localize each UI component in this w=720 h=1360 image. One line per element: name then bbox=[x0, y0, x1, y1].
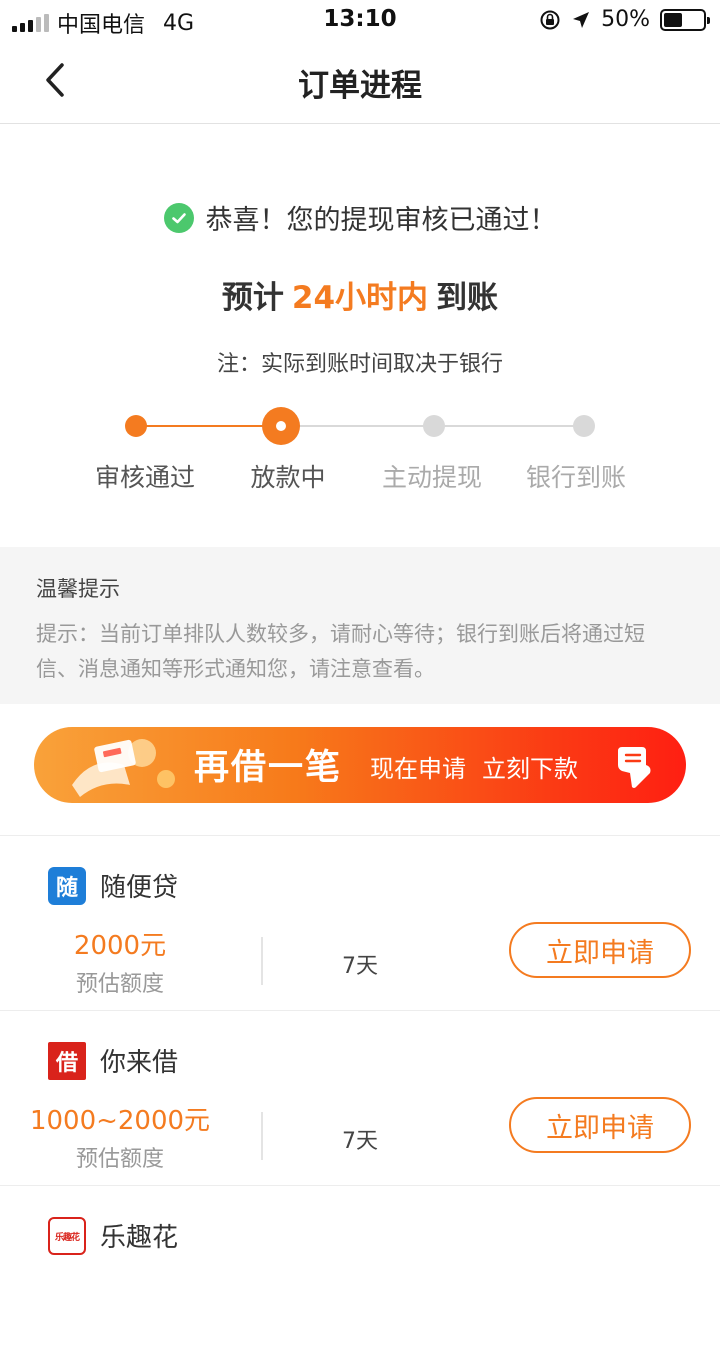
product-amount-label: 预估额度 bbox=[75, 972, 164, 997]
apply-button[interactable]: 立即申请 bbox=[509, 1097, 691, 1153]
step-dot-4 bbox=[573, 415, 595, 437]
product-amount-label: 预估额度 bbox=[75, 1147, 164, 1172]
bill-card-icon bbox=[72, 739, 175, 797]
product-separator bbox=[261, 937, 263, 985]
product-amount: 1000~2000元 bbox=[29, 1106, 211, 1136]
banner-sub-text: 现在申请 立刻下款 bbox=[370, 749, 578, 784]
arrival-note: 注：实际到账时间取决于银行 bbox=[216, 352, 503, 377]
progress-stepper: 审核通过 放款中 主动提现 银行到账 bbox=[0, 400, 720, 500]
status-right: 50% bbox=[539, 7, 710, 32]
location-arrow-icon bbox=[573, 11, 590, 28]
product-separator bbox=[261, 1112, 263, 1160]
product-logo: 乐趣花 bbox=[48, 1217, 86, 1255]
product-logo: 借 bbox=[48, 1042, 86, 1080]
eta-suffix: 到账 bbox=[436, 280, 499, 316]
success-text: 恭喜！您的提现审核已通过！ bbox=[205, 205, 557, 236]
step-label-1: 审核通过 bbox=[94, 463, 195, 492]
tips-body: 提示：当前订单排队人数较多，请耐心等待；银行到账后将通过短信、消息通知等形式通知… bbox=[36, 622, 645, 681]
rotation-lock-icon bbox=[540, 10, 560, 29]
product-card: 借 你来借 1000~2000元 预估额度 7天 立即申请 bbox=[0, 1010, 720, 1185]
step-dot-3 bbox=[423, 415, 445, 437]
step-label-4: 银行到账 bbox=[525, 463, 626, 492]
product-amount: 2000元 bbox=[73, 931, 167, 961]
product-name: 乐趣花 bbox=[100, 1223, 179, 1253]
banner-main-text: 再借一笔 bbox=[194, 748, 343, 788]
step-line-done bbox=[136, 425, 281, 427]
eta-highlight: 24小时内 bbox=[291, 280, 429, 316]
product-card: 乐趣花 乐趣花 bbox=[0, 1185, 720, 1360]
success-message: 恭喜！您的提现审核已通过！ bbox=[0, 198, 720, 237]
tips-panel: 温馨提示 提示：当前订单排队人数较多，请耐心等待；银行到账后将通过短信、消息通知… bbox=[0, 547, 720, 704]
product-logo: 随 bbox=[48, 867, 86, 905]
tips-title: 温馨提示 bbox=[36, 577, 120, 601]
product-card: 随 随便贷 2000元 预估额度 7天 立即申请 bbox=[0, 835, 720, 1010]
page-title: 订单进程 bbox=[298, 68, 422, 104]
step-label-3: 主动提现 bbox=[381, 463, 482, 492]
pointing-hand-icon bbox=[618, 747, 651, 788]
nav-bar: 订单进程 bbox=[0, 40, 720, 124]
eta-text: 预计 24小时内 到账 bbox=[0, 272, 720, 317]
product-name: 你来借 bbox=[100, 1048, 179, 1078]
banner-sub-1: 现在申请 bbox=[370, 755, 466, 783]
step-label-2: 放款中 bbox=[250, 463, 326, 492]
apply-button[interactable]: 立即申请 bbox=[509, 922, 691, 978]
step-dot-2 bbox=[262, 407, 300, 445]
product-term: 7天 bbox=[342, 1129, 378, 1154]
battery-percent: 50% bbox=[601, 7, 650, 32]
eta-prefix: 预计 bbox=[221, 280, 284, 316]
product-name: 随便贷 bbox=[100, 873, 179, 903]
borrow-again-banner[interactable]: 再借一笔 现在申请 立刻下款 bbox=[34, 727, 686, 803]
banner-sub-2: 立刻下款 bbox=[482, 755, 578, 783]
battery-icon bbox=[660, 8, 710, 31]
check-circle-icon bbox=[163, 202, 194, 233]
status-bar: 中国电信 4G 13:10 50% bbox=[0, 0, 720, 40]
product-term: 7天 bbox=[342, 954, 378, 979]
step-dot-1 bbox=[125, 415, 147, 437]
